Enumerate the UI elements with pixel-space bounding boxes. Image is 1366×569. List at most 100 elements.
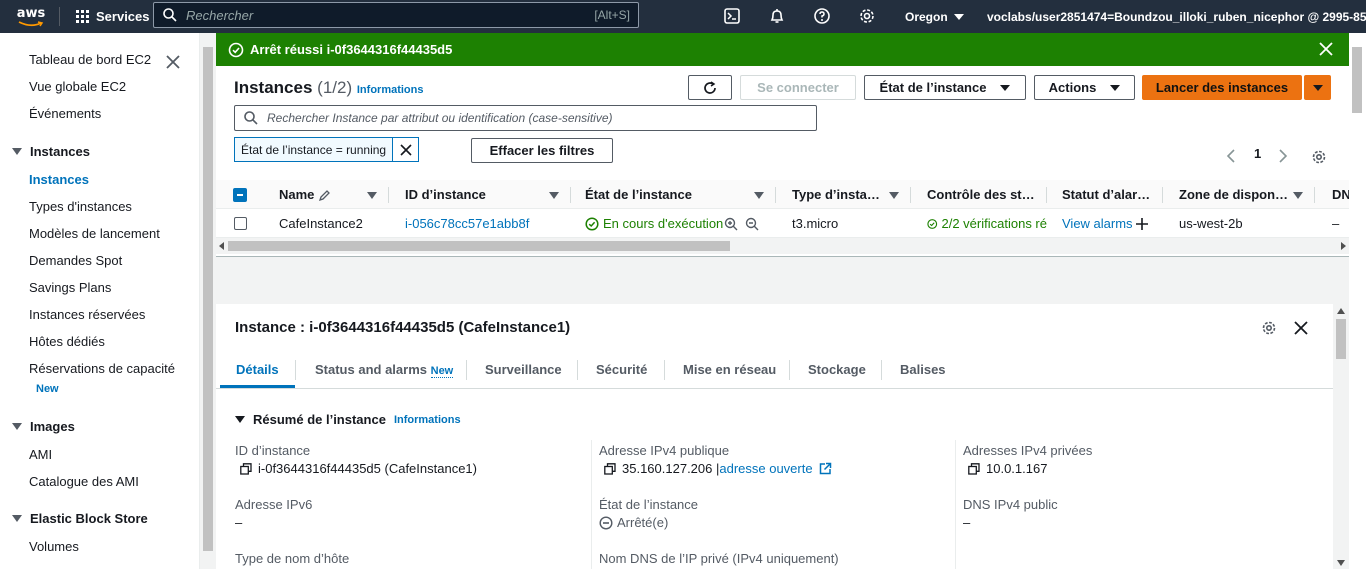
sidebar-item-reserved-instances[interactable]: Instances réservées	[29, 307, 145, 322]
sort-icon[interactable]	[889, 192, 899, 199]
column-header-name[interactable]: Name	[279, 187, 314, 202]
region-selector[interactable]: Oregon	[905, 0, 964, 33]
sidebar-item-instances[interactable]: Instances	[29, 172, 89, 187]
close-icon[interactable]	[1319, 42, 1333, 56]
column-header-alarm-status[interactable]: Statut d’alar…	[1062, 187, 1150, 202]
column-header-availability-zone[interactable]: Zone de dispon…	[1179, 187, 1288, 202]
sort-icon[interactable]	[367, 192, 377, 199]
sidebar-item-events[interactable]: Événements	[29, 106, 101, 121]
services-menu-button[interactable]: Services	[76, 0, 150, 33]
scrollbar-thumb[interactable]	[1336, 319, 1346, 359]
public-dns: –	[1332, 216, 1340, 231]
refresh-button[interactable]	[688, 75, 732, 100]
sort-icon[interactable]	[549, 192, 559, 199]
column-header-instance-id[interactable]: ID d’instance	[405, 187, 486, 202]
row-checkbox[interactable]	[234, 217, 247, 230]
settings-gear-icon[interactable]	[1311, 149, 1327, 165]
launch-options-dropdown[interactable]	[1304, 75, 1331, 100]
column-header-status-check[interactable]: Contrôle des st…	[927, 187, 1035, 202]
sidebar-item-launch-templates[interactable]: Modèles de lancement	[29, 226, 160, 241]
sidebar-item-global-view[interactable]: Vue globale EC2	[29, 79, 126, 94]
chevron-right-icon[interactable]	[1278, 149, 1288, 163]
settings-gear-icon[interactable]	[1261, 320, 1277, 336]
sidebar-item-dashboard[interactable]: Tableau de bord EC2	[29, 52, 151, 67]
view-alarms-link[interactable]: View alarms	[1062, 216, 1133, 231]
add-alarm-plus-icon[interactable]	[1135, 217, 1149, 231]
tab-storage[interactable]: Stockage	[808, 362, 866, 377]
sidebar-section-instances[interactable]: Instances	[12, 144, 90, 159]
scrollbar-thumb[interactable]	[203, 47, 213, 551]
global-search-input[interactable]: Rechercher [Alt+S]	[153, 2, 639, 28]
scrollbar-thumb[interactable]	[1352, 47, 1362, 113]
column-header-dns[interactable]: DN	[1332, 187, 1351, 202]
close-icon[interactable]	[166, 55, 180, 69]
instance-state-dropdown[interactable]: État de l’instance	[864, 75, 1026, 100]
tab-security[interactable]: Sécurité	[596, 362, 647, 377]
table-horizontal-scrollbar[interactable]	[216, 238, 1349, 254]
page-vertical-scrollbar[interactable]	[1349, 33, 1366, 569]
sidebar-scrollbar[interactable]	[200, 33, 216, 569]
zoom-in-icon[interactable]	[724, 217, 738, 231]
table-row[interactable]: CafeInstance2 i-056c78cc57e1abb8f En cou…	[216, 209, 1349, 238]
scrollbar-thumb[interactable]	[228, 241, 730, 251]
external-link-icon[interactable]	[819, 462, 832, 475]
sort-icon[interactable]	[1293, 192, 1303, 199]
account-label: voclabs/user2851474=Boundzou_illoki_rube…	[987, 9, 1366, 24]
ipv6-value: –	[235, 515, 243, 530]
scroll-left-arrow-icon[interactable]	[219, 242, 225, 250]
zoom-out-icon[interactable]	[745, 217, 759, 231]
sidebar-item-spot-requests[interactable]: Demandes Spot	[29, 253, 122, 268]
actions-dropdown[interactable]: Actions	[1034, 75, 1135, 100]
sidebar-section-ebs[interactable]: Elastic Block Store	[12, 511, 148, 526]
tab-monitoring[interactable]: Surveillance	[485, 362, 562, 377]
nav-divider	[59, 7, 60, 26]
chevron-left-icon[interactable]	[1226, 149, 1236, 163]
scroll-down-arrow-icon[interactable]	[1337, 560, 1345, 566]
remove-filter-button[interactable]	[392, 138, 418, 161]
notifications-bell-icon[interactable]	[768, 7, 786, 25]
tab-status-alarms[interactable]: Status and alarms New	[315, 362, 454, 378]
scroll-up-arrow-icon[interactable]	[1337, 308, 1345, 314]
sidebar-item-volumes[interactable]: Volumes	[29, 539, 79, 554]
column-header-instance-state[interactable]: État de l’instance	[585, 187, 692, 202]
copy-icon[interactable]	[240, 462, 252, 475]
clear-filters-button[interactable]: Effacer les filtres	[471, 138, 613, 163]
sidebar-item-ami-catalog[interactable]: Catalogue des AMI	[29, 474, 139, 489]
connect-button[interactable]: Se connecter	[740, 75, 856, 100]
info-link[interactable]: Informations	[357, 84, 424, 96]
instance-summary-header[interactable]: Résumé de l’instance Informations	[235, 412, 461, 427]
column-header-instance-type[interactable]: Type d’insta…	[792, 187, 880, 202]
copy-icon[interactable]	[604, 462, 616, 475]
instance-search-input[interactable]: Rechercher Instance par attribut ou iden…	[234, 105, 817, 131]
sidebar-item-savings-plans[interactable]: Savings Plans	[29, 280, 111, 295]
scroll-right-arrow-icon[interactable]	[1340, 242, 1346, 250]
sidebar-item-capacity-reservations[interactable]: Réservations de capacité	[29, 361, 175, 376]
help-icon[interactable]	[813, 7, 831, 25]
success-check-icon	[585, 216, 599, 231]
aws-logo[interactable]: aws	[14, 0, 48, 33]
launch-instances-button[interactable]: Lancer des instances	[1142, 75, 1302, 100]
tab-details[interactable]: Détails	[236, 362, 279, 377]
close-icon[interactable]	[1294, 321, 1308, 335]
private-dns-label: Nom DNS de l’IP privé (IPv4 uniquement)	[599, 551, 839, 566]
sidebar-section-images[interactable]: Images	[12, 419, 75, 434]
settings-gear-icon[interactable]	[858, 7, 876, 25]
sidebar-item-dedicated-hosts[interactable]: Hôtes dédiés	[29, 334, 105, 349]
page-number[interactable]: 1	[1254, 146, 1261, 161]
sidebar-item-ami[interactable]: AMI	[29, 447, 52, 462]
sort-icon[interactable]	[754, 192, 764, 199]
instance-id-link[interactable]: i-056c78cc57e1abb8f	[405, 216, 529, 231]
detail-vertical-scrollbar[interactable]	[1333, 304, 1349, 569]
open-address-link[interactable]: adresse ouverte	[719, 461, 812, 476]
search-placeholder: Rechercher	[186, 7, 254, 23]
sidebar-item-instance-types[interactable]: Types d'instances	[29, 199, 132, 214]
cloudshell-icon[interactable]	[723, 7, 741, 25]
tab-divider	[789, 360, 790, 380]
copy-icon[interactable]	[968, 462, 980, 475]
select-all-checkbox[interactable]	[233, 188, 247, 202]
tab-tags[interactable]: Balises	[900, 362, 946, 377]
table-header: Name ID d’instance État de l’instance Ty…	[216, 180, 1351, 209]
info-link[interactable]: Informations	[394, 414, 461, 426]
tab-networking[interactable]: Mise en réseau	[683, 362, 776, 377]
account-menu[interactable]: voclabs/user2851474=Boundzou_illoki_rube…	[987, 0, 1366, 33]
